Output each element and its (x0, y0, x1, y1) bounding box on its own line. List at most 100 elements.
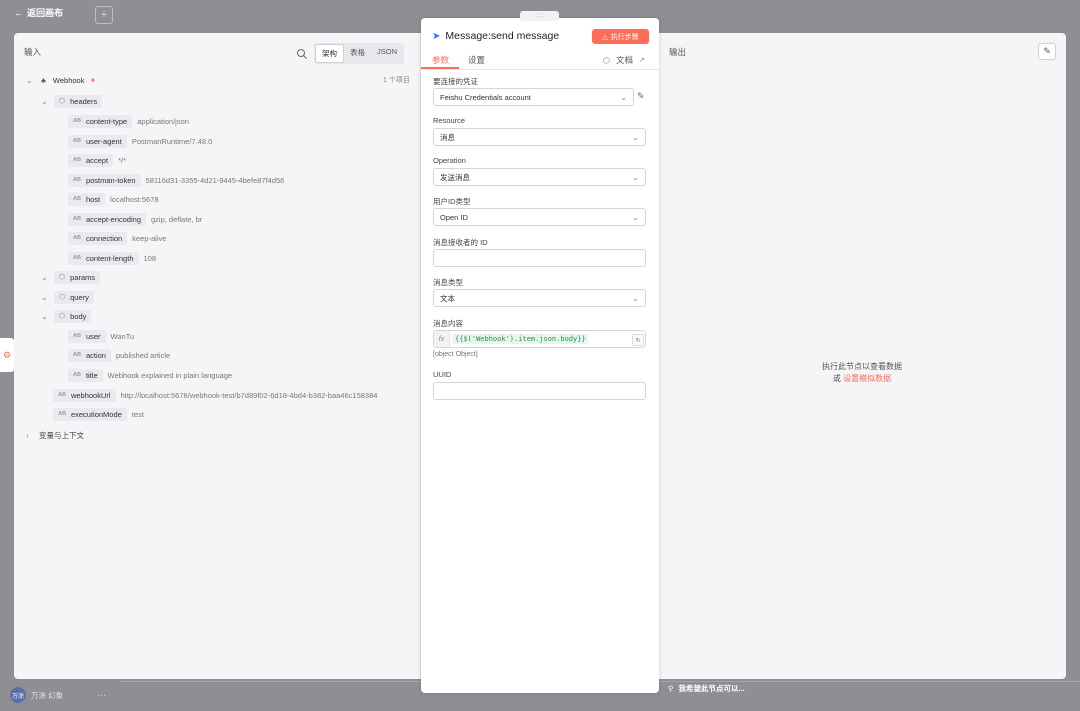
tree-item-query[interactable]: ⌄ ⬡ query (41, 290, 94, 304)
back-to-canvas-link[interactable]: ← 返回画布 (14, 6, 63, 19)
string-type-icon: AB (73, 372, 81, 378)
tree-leaf[interactable]: AB content-length 108 (68, 251, 156, 265)
message-content-expression-input[interactable]: fx {{$('Webhook').item.json.body}} ↻ (433, 330, 646, 348)
tree-item-body[interactable]: ⌄ ⬡ body (41, 309, 92, 323)
tree-leaf[interactable]: AB connection keep-alive (68, 231, 166, 245)
tree-leaf[interactable]: AB accept-encoding gzip, deflate, br (68, 212, 202, 226)
input-view-toolbar: 架构 表格 JSON (296, 43, 405, 64)
avatar: 万涂 (10, 687, 26, 703)
tree-leaf[interactable]: AB host localhost:5678 (68, 192, 159, 206)
string-type-icon: AB (73, 255, 81, 261)
back-to-canvas-label: 返回画布 (27, 8, 64, 18)
ask-ai-hint-text: 我希望此节点可以... (678, 684, 745, 693)
operation-select[interactable]: 发送消息 ⌄ (433, 168, 646, 186)
string-type-icon: AB (73, 333, 81, 339)
object-icon: ⬡ (59, 98, 66, 105)
view-mode-table[interactable]: 表格 (344, 44, 371, 63)
variables-context-toggle[interactable]: › 变量与上下文 (26, 428, 84, 442)
cube-icon[interactable]: ⬡ (603, 56, 610, 65)
object-icon: ⬡ (59, 313, 66, 320)
string-type-icon: AB (73, 216, 81, 222)
input-panel-title: 输入 (24, 47, 42, 57)
tree-leaf[interactable]: AB content-type application/json (68, 114, 189, 128)
node-title[interactable]: ➤ Message:send message (432, 30, 559, 42)
chevron-down-icon: ⌄ (632, 172, 639, 182)
feishu-icon: ➤ (432, 30, 441, 42)
chevron-down-icon[interactable]: ⌄ (41, 273, 49, 282)
set-mock-data-link[interactable]: 设置模拟数据 (843, 374, 891, 383)
tree-item-headers[interactable]: ⌄ ⬡ headers (41, 94, 103, 108)
expand-editor-icon[interactable]: ↻ (632, 334, 644, 346)
view-mode-schema[interactable]: 架构 (315, 44, 344, 63)
edit-output-icon[interactable]: ✎ (1038, 43, 1056, 60)
tree-leaf-execution-mode[interactable]: AB executionMode test (53, 407, 144, 421)
user-name: 万涂 幻象 (31, 690, 64, 700)
drag-handle[interactable]: :::: (520, 11, 559, 21)
chevron-down-icon[interactable]: ⌄ (41, 97, 49, 106)
credential-select[interactable]: Feishu Credentials account ⌄ (433, 88, 634, 106)
edit-credential-icon[interactable]: ✎ (637, 91, 645, 102)
tab-parameters[interactable]: 参数 (432, 54, 449, 66)
tree-item-params[interactable]: ⌄ ⬡ params (41, 270, 101, 284)
string-type-icon: AB (73, 235, 81, 241)
execute-step-button[interactable]: △ 执行步骤 (592, 29, 649, 44)
flask-icon: △ (602, 33, 608, 41)
view-mode-switch: 架构 表格 JSON (314, 43, 405, 64)
string-type-icon: AB (73, 352, 81, 358)
variables-context-label: 变量与上下文 (39, 430, 84, 440)
message-type-label: 消息类型 (433, 278, 463, 287)
tree-leaf[interactable]: AB accept */* (68, 153, 126, 167)
view-mode-json[interactable]: JSON (371, 44, 403, 63)
uuid-label: UUID (433, 370, 452, 379)
message-content-label: 消息内容 (433, 319, 463, 328)
search-icon[interactable] (296, 48, 308, 60)
lightbulb-icon: ⚲ (668, 684, 674, 693)
object-icon: ⬡ (59, 274, 66, 281)
node-title-text: Message:send message (445, 30, 560, 42)
fx-icon: fx (434, 331, 450, 347)
user-menu[interactable]: 万涂 万涂 幻象 (10, 687, 63, 703)
tree-leaf[interactable]: AB action published article (68, 348, 170, 362)
tree-leaf[interactable]: AB user-agent PostmanRuntime/7.48.0 (68, 134, 212, 148)
chevron-down-icon: ⌄ (632, 293, 639, 303)
output-panel-title: 输出 (669, 47, 687, 57)
chevron-down-icon: ⌄ (632, 212, 639, 222)
resource-select[interactable]: 消息 ⌄ (433, 128, 646, 146)
tab-settings[interactable]: 设置 (468, 54, 485, 66)
chevron-down-icon[interactable]: ⌄ (41, 293, 49, 302)
add-node-button[interactable]: + (95, 6, 113, 24)
string-type-icon: AB (73, 196, 81, 202)
message-type-select[interactable]: 文本 ⌄ (433, 289, 646, 307)
output-empty-state: 执行此节点以查看数据 或 设置模拟数据 (807, 361, 917, 385)
uuid-input[interactable] (433, 382, 646, 400)
tree-leaf[interactable]: AB postman-token 58116d31-3355-4d21-9445-… (68, 173, 284, 187)
credential-label: 要连接的凭证 (433, 77, 478, 86)
tree-leaf[interactable]: AB user WanTu (68, 329, 134, 343)
tree-leaf-webhook-url[interactable]: AB webhookUrl http://localhost:5678/webho… (53, 388, 377, 402)
chevron-down-icon[interactable]: ⌄ (41, 312, 49, 321)
string-type-icon: AB (58, 392, 66, 398)
root-node-label: Webhook (52, 75, 85, 85)
tree-leaf[interactable]: AB title Webhook explained in plain langu… (68, 368, 232, 382)
string-type-icon: AB (73, 157, 81, 163)
ask-ai-hint[interactable]: ⚲ 我希望此节点可以... (668, 683, 745, 694)
user-id-type-select[interactable]: Open ID ⌄ (433, 208, 646, 226)
chevron-down-icon: ⌄ (620, 92, 627, 102)
string-type-icon: AB (58, 411, 66, 417)
chevron-down-icon[interactable]: ⌄ (26, 76, 34, 85)
string-type-icon: AB (73, 138, 81, 144)
operation-label: Operation (433, 156, 466, 165)
resource-label: Resource (433, 116, 466, 125)
webhook-icon: ♣ (41, 75, 46, 85)
tree-root-webhook[interactable]: ⌄ ♣ Webhook ✦ (26, 73, 96, 87)
node-creator-icon[interactable]: ⚙ (0, 338, 14, 372)
docs-link[interactable]: ⬡ 文档 ↗ (603, 54, 645, 66)
output-or-text: 或 (832, 374, 841, 383)
item-count: 1 个项目 (383, 77, 410, 84)
receiver-id-input[interactable] (433, 249, 646, 267)
object-icon: ⬡ (59, 294, 66, 301)
chevron-right-icon[interactable]: › (26, 431, 34, 440)
pin-icon: ✦ (89, 75, 97, 85)
more-options-icon[interactable]: ··· (97, 690, 106, 700)
external-link-icon: ↗ (639, 57, 645, 64)
